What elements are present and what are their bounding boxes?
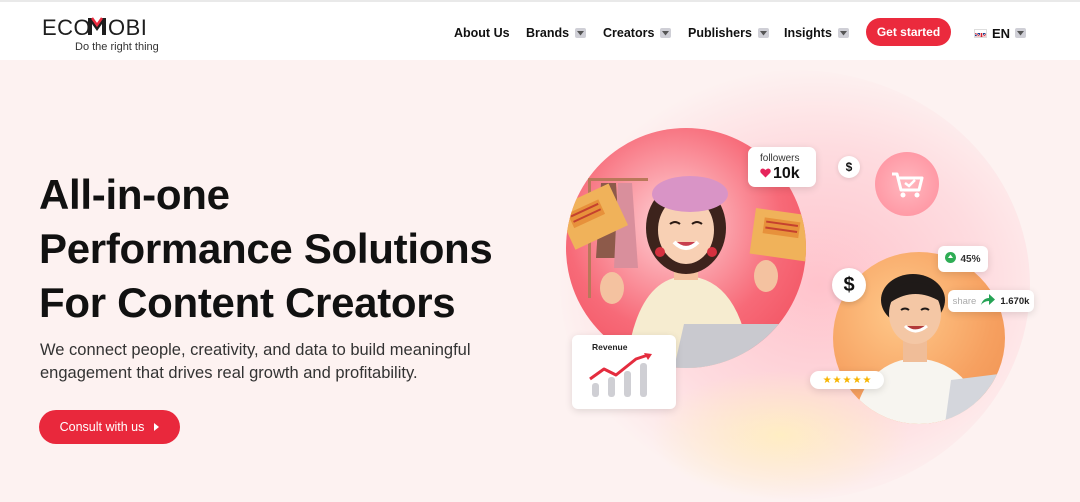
followers-value: 10k — [760, 165, 800, 183]
nav-brands-label: Brands — [526, 26, 570, 40]
nav-insights[interactable]: Insights — [784, 22, 849, 44]
chevron-down-icon — [660, 28, 672, 38]
up-circle-icon — [945, 252, 957, 266]
share-count-card: share 1.670k — [948, 290, 1034, 312]
get-started-button[interactable]: Get started — [866, 18, 951, 46]
followers-count: 10k — [773, 165, 800, 182]
nav-publishers-label: Publishers — [688, 26, 752, 40]
caret-right-icon — [154, 420, 160, 434]
shopping-cart-icon — [875, 152, 939, 216]
star-icon: ★ — [822, 374, 832, 386]
language-label: EN — [992, 25, 1011, 41]
chevron-down-icon — [1015, 28, 1027, 38]
logo-tagline: Do the right thing — [75, 41, 159, 53]
share-label: share — [952, 295, 977, 307]
headline-line-2: Performance Solutions — [39, 225, 493, 272]
star-icon: ★ — [842, 374, 852, 386]
share-arrow-icon — [981, 294, 996, 308]
nav-insights-label: Insights — [784, 26, 832, 40]
share-value: 1.670k — [1000, 295, 1030, 307]
nav-about-us-label: About Us — [454, 26, 510, 40]
chevron-down-icon — [757, 28, 769, 38]
nav-brands[interactable]: Brands — [526, 22, 587, 44]
nav-creators[interactable]: Creators — [603, 22, 672, 44]
consult-button-label: Consult with us — [59, 420, 145, 434]
subtext-line-1: We connect people, creativity, and data … — [40, 341, 471, 359]
heart-icon — [760, 165, 771, 183]
headline-line-3: For Content Creators — [39, 279, 456, 326]
hero-headline: All-in-one Performance Solutions For Con… — [39, 168, 559, 330]
consult-with-us-button[interactable]: Consult with us — [39, 410, 180, 444]
star-icon: ★ — [862, 374, 872, 386]
subtext-line-2: engagement that drives real growth and p… — [40, 364, 418, 382]
revenue-card: Revenue — [572, 335, 676, 409]
svg-text:ECO: ECO — [42, 15, 91, 39]
site-header: ECO OBI Do the right thing About Us Bran… — [0, 0, 1080, 60]
dollar-coin-icon: $ — [832, 268, 866, 302]
headline-line-1: All-in-one — [39, 171, 230, 218]
dollar-icon: $ — [838, 156, 860, 178]
chevron-down-icon — [575, 28, 587, 38]
growth-percent-badge: 45% — [938, 246, 988, 272]
nav-about-us[interactable]: About Us — [454, 22, 510, 44]
star-rating-badge: ★ ★ ★ ★ ★ — [810, 371, 884, 389]
star-icon: ★ — [852, 374, 862, 386]
language-selector[interactable]: EN — [974, 22, 1027, 44]
chevron-down-icon — [837, 28, 849, 38]
hero-subtext: We connect people, creativity, and data … — [40, 339, 510, 385]
nav-publishers[interactable]: Publishers — [688, 22, 769, 44]
revenue-chart-icon — [589, 353, 652, 397]
svg-text:OBI: OBI — [108, 15, 147, 39]
followers-card: followers 10k — [748, 147, 816, 187]
ecomobi-logo[interactable]: ECO OBI Do the right thing — [42, 15, 172, 55]
followers-label: followers — [760, 153, 800, 164]
uk-flag-icon — [974, 28, 987, 38]
star-icon: ★ — [832, 374, 842, 386]
revenue-label: Revenue — [592, 342, 628, 352]
growth-percent-value: 45% — [960, 253, 981, 265]
nav-creators-label: Creators — [603, 26, 655, 40]
